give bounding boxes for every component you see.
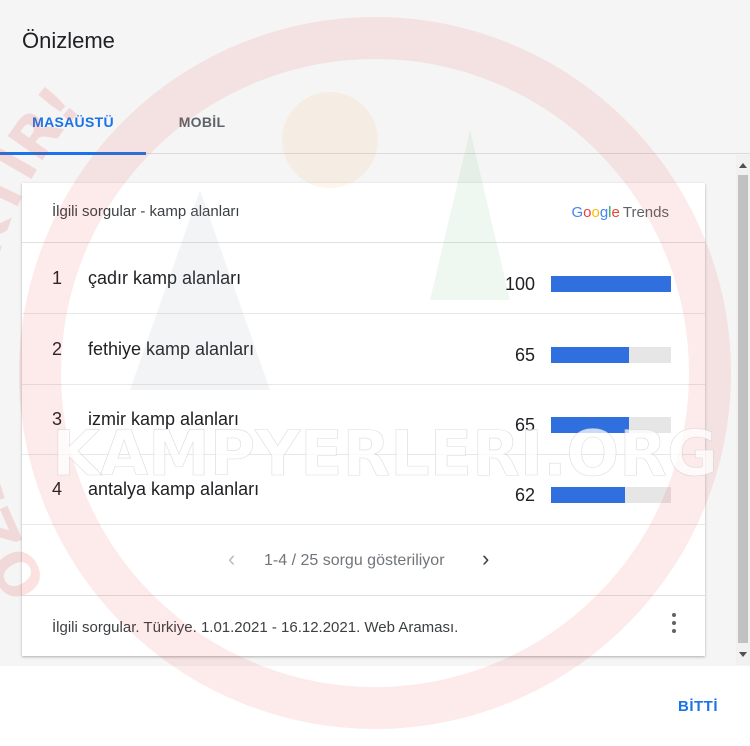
card-header: İlgili sorgular - kamp alanları Google Tr… — [22, 183, 705, 243]
query-row[interactable]: 1 çadır kamp alanları 100 — [22, 244, 705, 314]
dialog-title: Önizleme — [22, 28, 115, 53]
value-bar — [551, 347, 629, 363]
value-bar-track — [551, 347, 671, 363]
tab-mobile[interactable]: MOBİL — [146, 96, 258, 154]
value-bar-track — [551, 487, 671, 503]
query-value: 65 — [514, 345, 535, 365]
scroll-down-arrow-icon[interactable] — [739, 652, 747, 657]
vertical-scrollbar[interactable] — [736, 155, 750, 665]
query-value: 65 — [514, 415, 535, 435]
query-row[interactable]: 4 antalya kamp alanları 62 — [22, 455, 705, 525]
more-vert-icon[interactable] — [669, 611, 679, 635]
query-text[interactable]: antalya kamp alanları — [88, 479, 259, 500]
card-footer: İlgili sorgular. Türkiye. 1.01.2021 - 16… — [52, 619, 459, 636]
query-rank: 2 — [52, 339, 63, 359]
query-text[interactable]: izmir kamp alanları — [88, 409, 239, 430]
preview-dialog: Önizleme MASAÜSTÜ MOBİL İlgili sorgular … — [0, 0, 750, 746]
chevron-right-icon[interactable]: › — [482, 546, 489, 572]
query-value: 100 — [504, 274, 535, 294]
value-bar-track — [551, 276, 671, 292]
card-title: İlgili sorgular - kamp alanları — [52, 203, 240, 220]
done-button[interactable]: BİTTİ — [678, 698, 718, 715]
query-text[interactable]: fethiye kamp alanları — [88, 339, 254, 360]
scroll-up-arrow-icon[interactable] — [739, 163, 747, 168]
google-trends-logo: Google Trends — [571, 204, 669, 221]
value-bar-track — [551, 417, 671, 433]
query-value: 62 — [514, 485, 535, 505]
dialog-actions: BİTTİ — [0, 666, 750, 746]
query-rank: 1 — [52, 268, 63, 288]
query-rank: 3 — [52, 409, 63, 429]
query-text[interactable]: çadır kamp alanları — [88, 268, 241, 289]
query-row[interactable]: 2 fethiye kamp alanları 65 — [22, 315, 705, 385]
tab-bar: MASAÜSTÜ MOBİL — [0, 96, 750, 155]
query-rank: 4 — [52, 479, 63, 499]
scroll-thumb[interactable] — [738, 175, 748, 643]
chevron-left-icon[interactable]: ‹ — [228, 546, 235, 572]
value-bar — [551, 417, 629, 433]
pagination: ‹ 1-4 / 25 sorgu gösteriliyor › — [22, 526, 705, 596]
related-queries-card: İlgili sorgular - kamp alanları Google Tr… — [22, 183, 705, 656]
tab-desktop[interactable]: MASAÜSTÜ — [0, 96, 146, 155]
query-row[interactable]: 3 izmir kamp alanları 65 — [22, 385, 705, 455]
pagination-status: 1-4 / 25 sorgu gösteriliyor — [264, 552, 445, 569]
value-bar — [551, 487, 626, 503]
value-bar — [551, 276, 671, 292]
